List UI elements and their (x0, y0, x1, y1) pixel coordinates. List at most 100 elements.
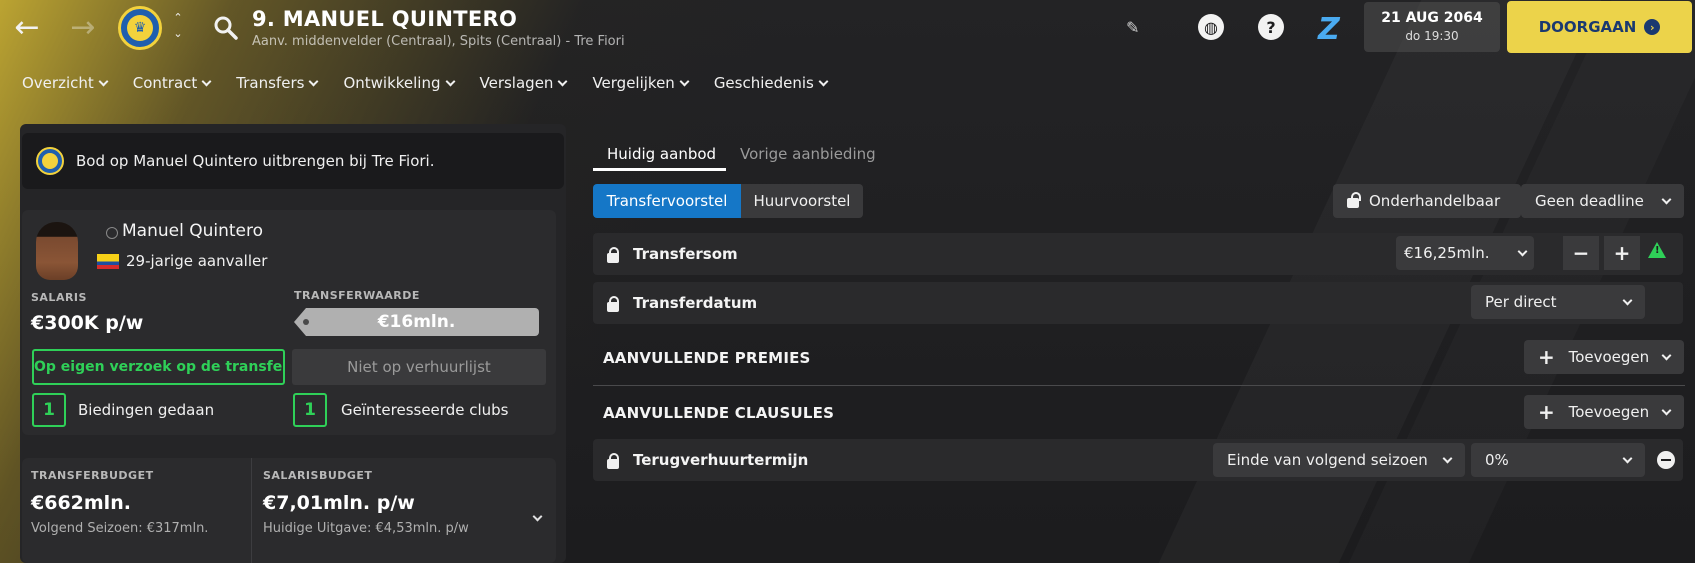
chevron-down-icon (1517, 246, 1528, 256)
chevron-down-icon (1622, 453, 1633, 463)
transfer-date-label: Transferdatum (633, 294, 758, 312)
wage-budget-label: SALARISBUDGET (263, 469, 373, 482)
loan-proposal-toggle[interactable]: Huurvoorstel (741, 184, 863, 218)
top-bar: ← → ♛ ⌃ ⌄ 9. MANUEL QUINTERO Aanv. midden… (0, 0, 1695, 56)
chevron-down-icon (98, 76, 109, 86)
warning-icon[interactable]: ! (1648, 242, 1666, 258)
transfer-fee-value: €16,25mln. (1404, 244, 1490, 262)
nav-item-overzicht[interactable]: Overzicht (22, 74, 109, 92)
deadline-value: Geen deadline (1535, 192, 1644, 210)
lock-icon[interactable] (607, 247, 619, 263)
loan-back-percent-dropdown[interactable]: 0% (1471, 443, 1645, 477)
pencil-icon[interactable]: ✎ (1126, 18, 1146, 38)
expand-budget-button[interactable] (532, 505, 543, 524)
bids-label: Biedingen gedaan (78, 401, 215, 419)
negotiable-toggle[interactable]: Onderhandelbaar (1333, 184, 1521, 218)
transfer-proposal-toggle[interactable]: Transfervoorstel (593, 184, 741, 218)
add-clause-button[interactable]: + Toevoegen (1524, 395, 1684, 429)
clauses-header: AANVULLENDE CLAUSULES (603, 404, 835, 422)
page-title: 9. MANUEL QUINTERO (252, 7, 518, 31)
add-bonus-button[interactable]: + Toevoegen (1524, 340, 1684, 374)
unlock-icon (1347, 192, 1361, 208)
increase-fee-button[interactable]: + (1604, 236, 1640, 270)
transfer-value-tag[interactable]: €16mln. (294, 308, 539, 336)
nav-item-verslagen[interactable]: Verslagen (479, 74, 568, 92)
transfer-fee-dropdown[interactable]: €16,25mln. (1396, 236, 1534, 270)
club-crest-icon[interactable]: ♛ (118, 6, 162, 50)
plus-icon: + (1538, 345, 1555, 369)
nav-item-label: Contract (132, 74, 198, 92)
chevron-down-icon (1661, 350, 1672, 360)
continue-label: DOORGAAN (1538, 18, 1637, 36)
salary-label: SALARIS (31, 291, 87, 304)
transfer-value-label: TRANSFERWAARDE (294, 289, 420, 302)
nav-item-vergelijken[interactable]: Vergelijken (592, 74, 690, 92)
interested-label: Geïnteresseerde clubs (341, 401, 509, 419)
chevron-down-icon (1661, 194, 1672, 204)
chevron-down-icon (1442, 453, 1453, 463)
section-divider (593, 385, 1685, 386)
continue-button[interactable]: DOORGAAN › (1507, 1, 1692, 53)
nav-item-label: Overzicht (22, 74, 94, 92)
tab-previous-offer[interactable]: Vorige aanbieding (740, 145, 876, 163)
chevron-down-icon (1622, 295, 1633, 305)
decrease-fee-button[interactable]: − (1563, 236, 1599, 270)
person-icon (106, 227, 118, 239)
bids-count-badge[interactable]: 1 (32, 393, 66, 427)
forward-arrow-icon[interactable]: → (66, 10, 100, 45)
globe-icon[interactable]: ◍ (1198, 14, 1224, 40)
chevron-down-icon (679, 76, 690, 86)
time-text: do 19:30 (1405, 29, 1459, 43)
up-down-chevron-icon[interactable]: ⌃ ⌄ (170, 10, 186, 46)
nav-item-geschiedenis[interactable]: Geschiedenis (714, 74, 829, 92)
wage-budget-current: Huidige Uitgave: €4,53mln. p/w (263, 521, 469, 536)
transfer-budget-value: €662mln. (31, 492, 131, 514)
tab-current-offer[interactable]: Huidig aanbod (607, 145, 716, 163)
player-face-avatar[interactable] (36, 222, 78, 280)
salary-value: €300K p/w (31, 312, 144, 334)
search-icon[interactable] (212, 14, 240, 42)
chevron-down-icon (818, 76, 829, 86)
back-arrow-icon[interactable]: ← (10, 10, 44, 45)
offer-banner-text: Bod op Manuel Quintero uitbrengen bij Tr… (76, 152, 435, 170)
lock-icon[interactable] (607, 453, 619, 469)
help-icon[interactable]: ? (1258, 14, 1284, 40)
nav-item-label: Verslagen (479, 74, 554, 92)
date-display[interactable]: 21 AUG 2064 do 19:30 (1364, 2, 1500, 52)
nav-item-label: Transfers (236, 74, 305, 92)
bonuses-header: AANVULLENDE PREMIES (603, 349, 811, 367)
z-logo-icon[interactable]: Z (1318, 12, 1346, 47)
transfer-fee-label: Transfersom (633, 245, 738, 263)
deadline-dropdown[interactable]: Geen deadline (1521, 184, 1684, 218)
transfer-budget-next-season: Volgend Seizoen: €317mln. (31, 521, 209, 536)
add-bonus-label: Toevoegen (1568, 348, 1650, 366)
loan-listed-status[interactable]: Niet op verhuurlijst (292, 349, 546, 385)
wage-budget-value: €7,01mln. p/w (263, 492, 415, 514)
loan-back-period-dropdown[interactable]: Einde van volgend seizoen (1213, 443, 1465, 477)
chevron-down-icon (308, 76, 319, 86)
loan-back-period-value: Einde van volgend seizoen (1227, 451, 1428, 469)
interested-count-badge[interactable]: 1 (293, 393, 327, 427)
transfer-date-value: Per direct (1485, 293, 1557, 311)
chevron-down-icon (532, 511, 543, 522)
nav-item-ontwikkeling[interactable]: Ontwikkeling (343, 74, 455, 92)
nav-item-transfers[interactable]: Transfers (236, 74, 319, 92)
nation-flag-icon[interactable] (97, 254, 119, 269)
nav-item-label: Ontwikkeling (343, 74, 441, 92)
offer-banner: Bod op Manuel Quintero uitbrengen bij Tr… (22, 133, 564, 189)
player-nav-menu: Overzicht Contract Transfers Ontwikkelin… (22, 74, 853, 92)
nav-item-contract[interactable]: Contract (132, 74, 212, 92)
transfer-date-dropdown[interactable]: Per direct (1471, 285, 1645, 319)
negotiable-label: Onderhandelbaar (1369, 192, 1501, 210)
player-name[interactable]: Manuel Quintero (122, 221, 263, 241)
chevron-down-icon (1661, 405, 1672, 415)
transfer-value: €16mln. (377, 312, 456, 332)
transfer-listed-status[interactable]: Op eigen verzoek op de transfe… (32, 349, 285, 385)
chevron-down-icon (445, 76, 455, 86)
remove-clause-icon[interactable] (1657, 451, 1675, 469)
loan-back-percent-value: 0% (1485, 451, 1509, 469)
budget-divider (251, 458, 252, 563)
page-subtitle: Aanv. middenvelder (Centraal), Spits (Ce… (252, 34, 625, 49)
lock-icon[interactable] (607, 296, 619, 312)
loan-back-label: Terugverhuurtermijn (633, 451, 809, 469)
